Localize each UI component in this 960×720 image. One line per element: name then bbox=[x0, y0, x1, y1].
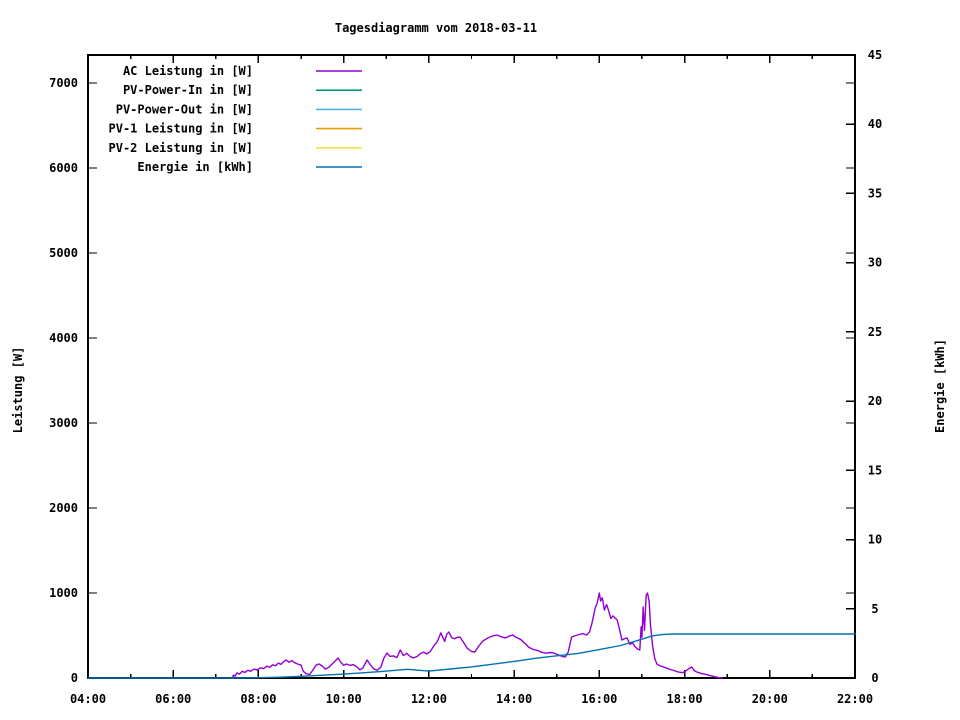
legend-label: PV-Power-Out in [W] bbox=[116, 102, 253, 116]
y2-tick-label: 45 bbox=[868, 48, 882, 62]
y2-tick-label: 30 bbox=[868, 256, 882, 270]
y1-tick-label: 0 bbox=[71, 671, 78, 685]
legend-label: AC Leistung in [W] bbox=[123, 64, 253, 78]
y2-axis-title-energie: Energie [kWh] bbox=[933, 339, 947, 433]
y1-tick-label: 1000 bbox=[49, 586, 78, 600]
daily-pv-chart: Tagesdiagramm vom 2018-03-11 Leistung [W… bbox=[0, 0, 960, 720]
series-line-energie-in-kwh- bbox=[87, 633, 856, 679]
x-tick-label: 16:00 bbox=[581, 692, 617, 706]
x-tick-label: 10:00 bbox=[326, 692, 362, 706]
y2-tick-label: 35 bbox=[868, 186, 882, 200]
y2-tick-label: 20 bbox=[868, 394, 882, 408]
x-tick-label: 14:00 bbox=[496, 692, 532, 706]
y2-tick-label: 15 bbox=[868, 463, 882, 477]
x-tick-label: 04:00 bbox=[70, 692, 106, 706]
y2-tick-label: 40 bbox=[868, 117, 882, 131]
y-axis-title-leistung: Leistung [W] bbox=[11, 347, 25, 434]
x-tick-label: 18:00 bbox=[666, 692, 702, 706]
y2-tick-label: 10 bbox=[868, 533, 882, 547]
legend-label: PV-1 Leistung in [W] bbox=[109, 122, 254, 136]
x-tick-label: 20:00 bbox=[752, 692, 788, 706]
y1-tick-label: 5000 bbox=[49, 246, 78, 260]
y2-tick-label: 5 bbox=[871, 602, 878, 616]
chart-canvas: Tagesdiagramm vom 2018-03-11 Leistung [W… bbox=[11, 21, 947, 706]
legend-label: PV-2 Leistung in [W] bbox=[109, 141, 254, 155]
legend-label: Energie in [kWh] bbox=[137, 160, 253, 174]
y2-tick-label: 25 bbox=[868, 325, 882, 339]
y2-tick-label: 0 bbox=[871, 671, 878, 685]
chart-title: Tagesdiagramm vom 2018-03-11 bbox=[335, 21, 537, 35]
y1-tick-label: 3000 bbox=[49, 416, 78, 430]
y1-tick-label: 2000 bbox=[49, 501, 78, 515]
y1-tick-label: 6000 bbox=[49, 161, 78, 175]
x-tick-label: 22:00 bbox=[837, 692, 873, 706]
x-tick-label: 12:00 bbox=[411, 692, 447, 706]
x-tick-label: 06:00 bbox=[155, 692, 191, 706]
y1-tick-label: 4000 bbox=[49, 331, 78, 345]
x-tick-label: 08:00 bbox=[240, 692, 276, 706]
y1-tick-label: 7000 bbox=[49, 76, 78, 90]
legend-label: PV-Power-In in [W] bbox=[123, 83, 253, 97]
legend: AC Leistung in [W] PV-Power-In in [W] PV-P… bbox=[109, 64, 362, 174]
series-layer bbox=[87, 592, 856, 679]
series-line-ac-leistung-in-w- bbox=[231, 592, 723, 679]
